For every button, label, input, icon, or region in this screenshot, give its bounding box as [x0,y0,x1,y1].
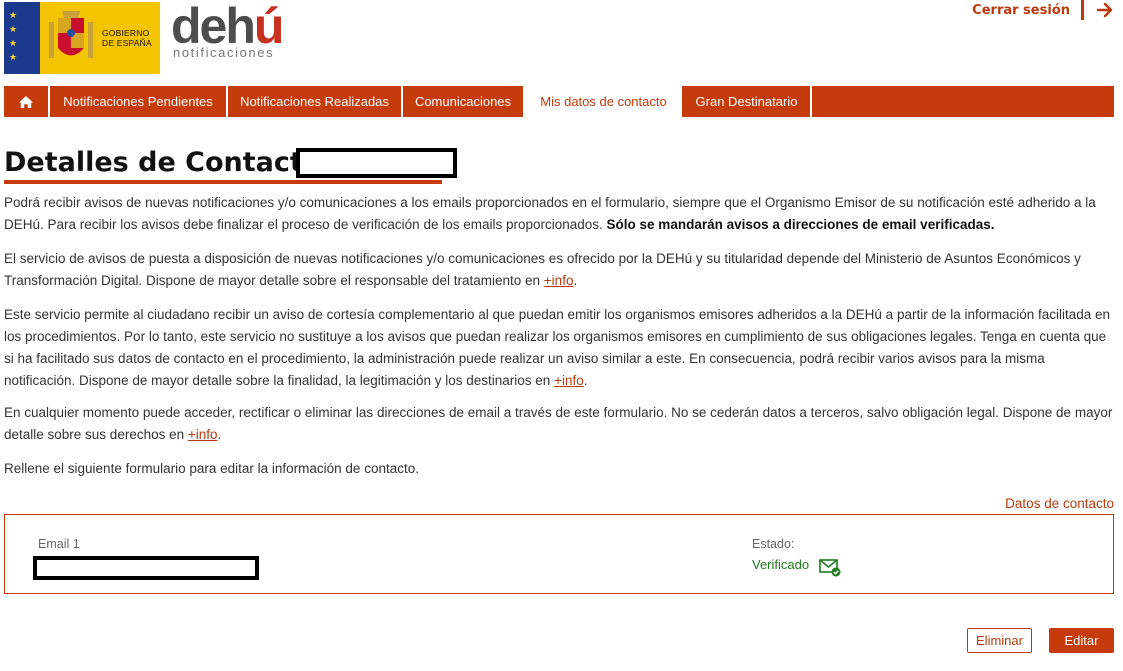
nav-notificaciones-pendientes[interactable]: Notificaciones Pendientes [50,86,226,117]
state-label: Estado: [752,537,795,551]
verified-mail-icon [819,559,841,577]
info-paragraph-4: En cualquier momento puede acceder, rect… [4,402,1114,446]
gov-text-line2: DE ESPAÑA [102,38,152,48]
page-title: Detalles de Contacto - [4,147,342,178]
contact-section-label: Datos de contacto [1005,496,1114,511]
eu-flag: ★ ★ ★ ★ [4,2,40,74]
info-paragraph-1: Podrá recibir avisos de nuevas notificac… [4,192,1114,236]
more-info-link-2[interactable]: +info [554,373,584,388]
more-info-link-1[interactable]: +info [544,273,574,288]
nav-gran-destinatario[interactable]: Gran Destinatario [683,86,810,117]
edit-button[interactable]: Editar [1049,628,1114,653]
state-value: Verificado [752,557,810,572]
nav-divider [810,86,812,117]
more-info-link-3[interactable]: +info [188,427,218,442]
logout-divider [1081,0,1084,20]
gobierno-logo: ★ ★ ★ ★ GOBIERNO DE ESPAÑA [4,2,160,74]
main-nav: Notificaciones Pendientes Notificaciones… [4,86,1114,117]
contact-card: Email 1 Estado: Verificado [4,514,1114,594]
info-paragraph-1-bold: Sólo se mandarán avisos a direcciones de… [606,217,995,232]
period: . [217,427,222,442]
info-paragraph-2: El servicio de avisos de puesta a dispos… [4,248,1114,292]
period: . [583,373,588,388]
dehu-logo[interactable]: dehú notificaciones [171,0,301,64]
gov-text-line1: GOBIERNO [102,28,150,38]
nav-notificaciones-realizadas[interactable]: Notificaciones Realizadas [228,86,401,117]
logout-link[interactable]: Cerrar sesión [972,3,1070,18]
dehu-logo-subtitle: notificaciones [173,45,275,60]
nav-home[interactable] [4,86,48,117]
delete-button[interactable]: Eliminar [967,628,1032,653]
email-label: Email 1 [38,537,80,551]
info-paragraph-4-text: En cualquier momento puede acceder, rect… [4,405,1113,442]
info-paragraph-3: Este servicio permite al ciudadano recib… [4,304,1114,392]
info-paragraph-2-text: El servicio de avisos de puesta a dispos… [4,251,1081,288]
nav-comunicaciones[interactable]: Comunicaciones [403,86,523,117]
redacted-email [33,556,259,580]
title-underline [4,180,442,184]
nav-mis-datos-de-contacto[interactable]: Mis datos de contacto [525,86,682,117]
arrow-right-icon[interactable] [1095,0,1115,20]
period: . [573,273,578,288]
info-paragraph-5: Rellene el siguiente formulario para edi… [4,461,419,476]
dehu-logo-text: dehú [171,0,284,54]
redacted-name [296,148,457,178]
home-icon [19,95,33,108]
coat-of-arms-icon [49,11,93,58]
